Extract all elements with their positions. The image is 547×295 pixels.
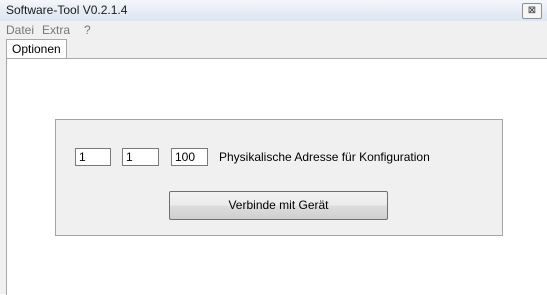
options-panel: Physikalische Adresse für Konfiguration … [6,58,547,295]
close-icon[interactable]: ⊠ [522,3,542,19]
app-window: Datei Extra ? Optionen Physikalische Adr… [0,21,547,295]
connection-group: Physikalische Adresse für Konfiguration … [55,119,503,236]
menu-extra[interactable]: Extra [42,23,70,37]
address-part-3-input[interactable] [171,148,208,166]
title-bar: Software-Tool V0.2.1.4 ⊠ [0,0,547,22]
menu-datei[interactable]: Datei [6,23,34,37]
tab-optionen[interactable]: Optionen [6,39,67,59]
menu-help[interactable]: ? [84,23,91,37]
address-label: Physikalische Adresse für Konfiguration [219,150,430,164]
menu-bar: Datei Extra ? [0,21,547,39]
connect-button[interactable]: Verbinde mit Gerät [169,191,388,220]
address-part-2-input[interactable] [122,148,159,166]
window-title: Software-Tool V0.2.1.4 [6,3,128,17]
address-part-1-input[interactable] [75,148,111,166]
